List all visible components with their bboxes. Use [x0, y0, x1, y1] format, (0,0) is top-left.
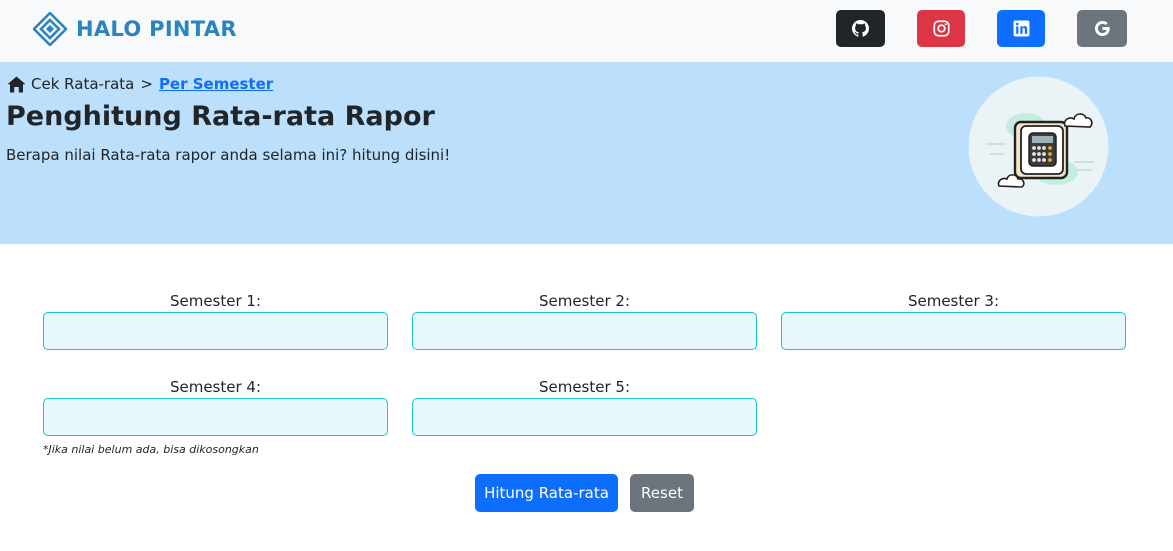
semester-2-label: Semester 2: — [538, 292, 631, 310]
breadcrumb-separator: > — [140, 75, 153, 93]
google-icon — [1094, 20, 1110, 37]
instagram-button[interactable] — [917, 10, 965, 47]
semester-1-label: Semester 1: — [169, 292, 262, 310]
page-title: Penghitung Rata-rata Rapor — [6, 101, 435, 132]
semester-4-input[interactable] — [43, 398, 388, 436]
brand-name: HALO PINTAR — [76, 17, 237, 41]
linkedin-icon — [1013, 20, 1029, 37]
home-icon[interactable] — [7, 76, 26, 93]
optional-note: *Jika nilai belum ada, bisa dikosongkan — [43, 443, 259, 456]
reset-button[interactable]: Reset — [630, 474, 694, 512]
semester-3-input[interactable] — [781, 312, 1126, 350]
semester-3-label: Semester 3: — [907, 292, 1000, 310]
semester-1-input[interactable] — [43, 312, 388, 350]
breadcrumb: Cek Rata-rata > Per Semester — [7, 73, 273, 95]
diamond-logo-icon — [33, 12, 67, 46]
hero-banner: Cek Rata-rata > Per Semester Penghitung … — [0, 62, 1173, 244]
linkedin-button[interactable] — [997, 10, 1045, 47]
semester-4-label: Semester 4: — [169, 378, 262, 396]
brand-link[interactable]: HALO PINTAR — [33, 12, 237, 46]
page-subtitle: Berapa nilai Rata-rata rapor anda selama… — [6, 146, 451, 164]
navbar: HALO PINTAR — [0, 0, 1173, 62]
github-icon — [852, 20, 869, 37]
breadcrumb-current[interactable]: Per Semester — [159, 75, 273, 93]
semester-5-label: Semester 5: — [538, 378, 631, 396]
semester-2-input[interactable] — [412, 312, 757, 350]
breadcrumb-root[interactable]: Cek Rata-rata — [31, 75, 134, 93]
github-button[interactable] — [836, 10, 885, 47]
instagram-icon — [932, 20, 950, 37]
calculator-illustration — [968, 76, 1109, 217]
calculate-average-button[interactable]: Hitung Rata-rata — [475, 474, 618, 512]
google-button[interactable] — [1077, 10, 1127, 47]
semester-5-input[interactable] — [412, 398, 757, 436]
